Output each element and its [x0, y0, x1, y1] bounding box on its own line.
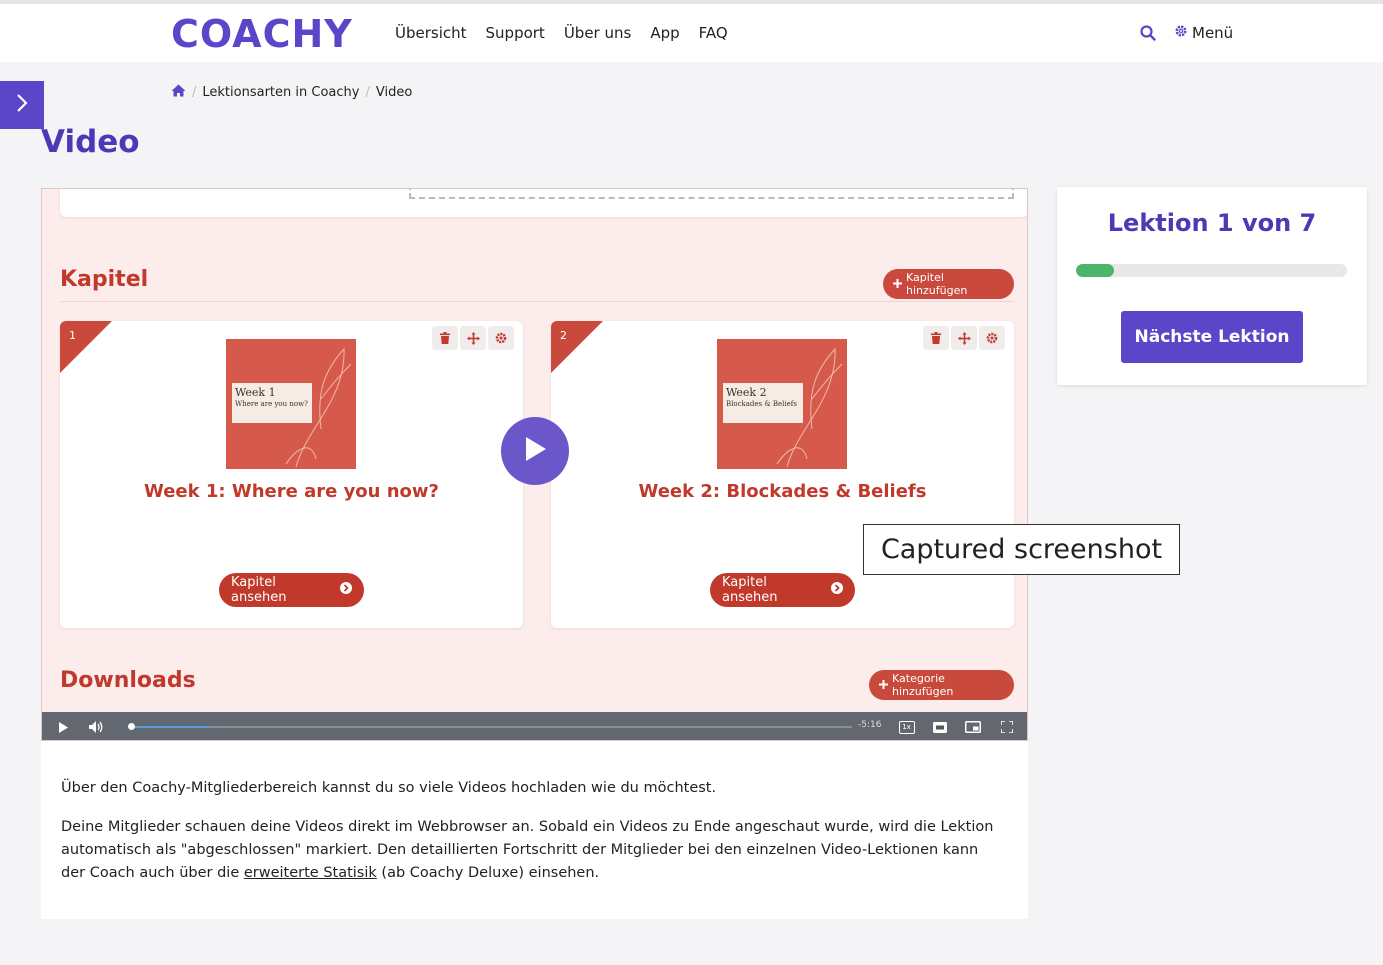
nav-uebersicht[interactable]: Übersicht — [395, 24, 467, 42]
lesson-progress-fill — [1076, 264, 1114, 277]
menu-label: Menü — [1192, 24, 1234, 42]
add-category-button: Kategorie hinzufügen — [869, 670, 1014, 700]
chapter-card: 1 Week 1 Where are you now? Week 1: Wher… — [60, 321, 523, 628]
video-frame-top-panel — [60, 189, 1027, 217]
breadcrumb-separator: / — [365, 85, 370, 100]
chevron-right-icon — [15, 93, 29, 117]
logo-text: COACHY — [171, 12, 353, 56]
breadcrumb-separator: / — [192, 85, 197, 100]
video-player[interactable]: Kapitel Kapitel hinzufügen 1 Week 1 Wher… — [41, 188, 1028, 741]
lesson-progress-bar — [1076, 264, 1347, 277]
trash-icon — [923, 326, 949, 350]
chapter-number: 2 — [560, 329, 567, 342]
home-icon[interactable] — [171, 84, 186, 101]
arrow-circle-right-icon — [831, 582, 843, 598]
volume-icon[interactable] — [88, 720, 104, 734]
add-chapter-label: Kapitel hinzufügen — [906, 271, 968, 297]
settings-icon — [979, 326, 1005, 350]
nav-support[interactable]: Support — [486, 24, 545, 42]
thumbnail-week: Week 2 — [726, 386, 767, 399]
nav-ueber-uns[interactable]: Über uns — [564, 24, 632, 42]
coachy-logo[interactable]: COACHY — [171, 12, 353, 56]
nav-faq[interactable]: FAQ — [699, 24, 728, 42]
settings-icon — [488, 326, 514, 350]
move-icon — [951, 326, 977, 350]
breadcrumb: / Lektionsarten in Coachy / Video — [171, 84, 412, 101]
page-title: Video — [41, 124, 140, 160]
playback-speed-label: 1x — [898, 720, 915, 734]
search-icon[interactable] — [1140, 25, 1156, 41]
chapter-thumbnail: Week 1 Where are you now? — [226, 339, 356, 469]
plus-icon — [893, 278, 902, 291]
site-header: COACHY Übersicht Support Über uns App FA… — [0, 4, 1383, 62]
chapter-tools — [923, 326, 1005, 350]
chapter-title: Week 1: Where are you now? — [143, 481, 439, 502]
thumbnail-subtitle: Where are you now? — [235, 400, 308, 408]
breadcrumb-item-video: Video — [375, 85, 413, 100]
chapter-tools — [432, 326, 514, 350]
picture-in-picture-icon[interactable] — [964, 720, 982, 734]
view-chapter-label: Kapitel ansehen — [231, 575, 287, 605]
chapter-number-ribbon — [551, 321, 603, 373]
chapters-divider — [60, 301, 1014, 302]
description-paragraph: Über den Coachy-Mitgliederbereich kannst… — [61, 780, 717, 796]
play-button[interactable] — [501, 417, 569, 485]
play-icon — [523, 436, 547, 466]
trash-icon — [432, 326, 458, 350]
chapter-title: Week 2: Blockades & Beliefs — [638, 481, 927, 502]
thumbnail-label: Week 2 Blockades & Beliefs — [723, 383, 803, 423]
seek-bar[interactable] — [130, 726, 852, 728]
playback-speed-button[interactable]: 1x — [898, 720, 915, 734]
screenshot-caption: Captured screenshot — [863, 524, 1180, 575]
downloads-heading: Downloads — [60, 668, 196, 693]
add-chapter-button: Kapitel hinzufügen — [883, 269, 1014, 299]
video-frame-dashed-area — [409, 189, 1014, 199]
chapter-card: 2 Week 2 Blockades & Beliefs Week 2: Blo… — [551, 321, 1014, 628]
main-nav: Übersicht Support Über uns App FAQ — [395, 24, 747, 42]
fullscreen-icon[interactable] — [1000, 720, 1014, 734]
statistics-link[interactable]: erweiterte Statisik — [244, 865, 377, 881]
thumbnail-subtitle: Blockades & Beliefs — [726, 400, 797, 408]
thumbnail-label: Week 1 Where are you now? — [232, 383, 312, 423]
nav-app[interactable]: App — [650, 24, 679, 42]
add-category-label: Kategorie hinzufügen — [892, 672, 954, 698]
hd-icon[interactable] — [932, 720, 948, 734]
video-controls: -5:16 1x — [42, 712, 1027, 740]
view-chapter-button: Kapitel ansehen — [219, 573, 364, 607]
seek-handle[interactable] — [128, 723, 135, 730]
view-chapter-button: Kapitel ansehen — [710, 573, 855, 607]
lesson-progress-card: Lektion 1 von 7 Nächste Lektion — [1057, 187, 1367, 385]
description-text: (ab Coachy Deluxe) einsehen. — [376, 865, 600, 881]
sidebar-toggle-button[interactable] — [0, 81, 44, 129]
seek-bar-buffered — [130, 726, 210, 728]
chapter-number: 1 — [69, 329, 76, 342]
next-lesson-button[interactable]: Nächste Lektion — [1121, 311, 1303, 363]
plus-icon — [879, 679, 888, 692]
move-icon — [460, 326, 486, 350]
time-remaining: -5:16 — [858, 720, 882, 730]
control-play-icon[interactable] — [56, 720, 70, 734]
description-paragraph: Deine Mitglieder schauen deine Videos di… — [61, 816, 1001, 885]
lesson-description: Über den Coachy-Mitgliederbereich kannst… — [61, 777, 1001, 901]
arrow-circle-right-icon — [340, 582, 352, 598]
chapter-number-ribbon — [60, 321, 112, 373]
chapter-thumbnail: Week 2 Blockades & Beliefs — [717, 339, 847, 469]
chapters-heading: Kapitel — [60, 267, 149, 292]
breadcrumb-item-lektionsarten[interactable]: Lektionsarten in Coachy — [202, 85, 359, 100]
view-chapter-label: Kapitel ansehen — [722, 575, 778, 605]
thumbnail-week: Week 1 — [235, 386, 276, 399]
gear-icon — [1174, 24, 1188, 42]
lesson-counter: Lektion 1 von 7 — [1107, 209, 1317, 237]
menu-button[interactable]: Menü — [1174, 24, 1233, 42]
